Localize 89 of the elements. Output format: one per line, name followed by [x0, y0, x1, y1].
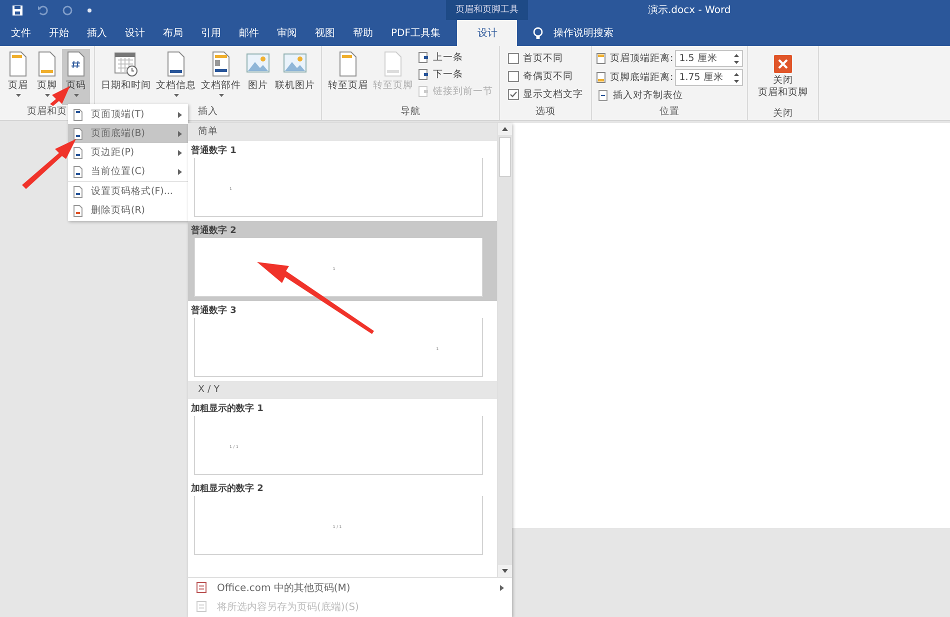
scrollbar-thumb[interactable]	[499, 137, 511, 177]
document-icon	[73, 204, 83, 216]
ribbon-tab[interactable]: PDF工具集	[382, 20, 450, 46]
document-icon	[196, 601, 207, 612]
document-icon	[73, 166, 83, 178]
ribbon-tab[interactable]: 布局	[154, 20, 192, 46]
tell-me-search[interactable]: 操作说明搜索	[553, 26, 614, 40]
checkbox[interactable]: 首页不同	[504, 50, 587, 66]
caret-icon	[218, 94, 224, 97]
tab-stop-icon	[598, 90, 609, 101]
header-icon	[596, 53, 608, 64]
gallery-item-label: 加粗显示的数字 2	[191, 482, 264, 496]
submenu-arrow-icon	[500, 584, 504, 590]
save-icon[interactable]	[12, 4, 23, 16]
ribbon-button[interactable]: 联机图片	[273, 49, 317, 105]
ribbon-tab[interactable]: 设计	[116, 20, 154, 46]
gallery-section-heading: X / Y	[188, 381, 497, 399]
ribbon-button[interactable]: 插入对齐制表位	[596, 88, 744, 103]
menu-item[interactable]: 页面顶端(T)	[68, 105, 188, 124]
gallery-item-label: 普通数字 3	[191, 304, 238, 318]
undo-icon[interactable]	[37, 4, 48, 16]
menu-item[interactable]: 页边距(P)	[68, 143, 188, 162]
ribbon-tab[interactable]: 文件	[2, 20, 40, 46]
gallery-item-label: 普通数字 2	[191, 224, 238, 238]
document-icon	[73, 128, 83, 140]
ribbon-button[interactable]: 下一条	[416, 67, 495, 82]
close-icon	[774, 55, 792, 73]
lightbulb-icon	[533, 26, 544, 40]
ribbon-tab[interactable]: 设计	[457, 20, 518, 46]
ribbon-button[interactable]: 上一条	[416, 50, 495, 65]
ribbon-button[interactable]: 页眉	[4, 49, 32, 105]
close-header-footer-button[interactable]: 关闭 页眉和页脚	[752, 49, 814, 107]
calendar-icon	[114, 51, 138, 77]
submenu-arrow-icon	[178, 150, 182, 156]
document-icon	[73, 146, 83, 158]
ribbon-tab[interactable]: 开始	[40, 20, 78, 46]
checkbox[interactable]: 显示文档文字	[504, 86, 587, 102]
caret-icon	[74, 94, 78, 97]
ribbon-tab[interactable]: 邮件	[230, 20, 268, 46]
spin-arrows-icon[interactable]	[734, 72, 740, 84]
spin-arrows-icon[interactable]	[734, 52, 740, 64]
spinner-label: 页眉顶端距离:	[610, 52, 674, 65]
caret-icon	[16, 94, 20, 97]
caret-icon	[44, 94, 50, 97]
checkmark-icon	[509, 90, 518, 98]
gallery-section-heading: 简单	[188, 123, 497, 141]
document-icon	[418, 69, 429, 80]
menu-item[interactable]: 删除页码(R)	[68, 201, 188, 220]
group-label: 导航	[400, 106, 420, 117]
window-title: 演示.docx - Word	[648, 4, 731, 17]
ribbon-button[interactable]: 日期和时间	[99, 49, 153, 105]
document-icon	[418, 52, 429, 63]
context-tab-title: 页眉和页脚工具	[446, 0, 528, 20]
ribbon-button[interactable]: 文档信息	[154, 49, 198, 105]
submenu-arrow-icon	[178, 130, 182, 136]
caret-icon	[174, 94, 178, 97]
group-label: 关闭	[773, 108, 794, 119]
annotation-arrow	[22, 139, 76, 189]
menu-item[interactable]: 设置页码格式(F)...	[68, 181, 188, 201]
spinner-field[interactable]: 1.75 厘米	[675, 69, 744, 86]
submenu-arrow-icon	[178, 168, 182, 174]
group-label: 页眉和页	[27, 106, 67, 117]
document-icon	[73, 108, 83, 120]
gallery-item-label: 普通数字 1	[191, 144, 238, 158]
footer-icon	[596, 72, 608, 83]
ribbon-tab[interactable]: 审阅	[268, 20, 306, 46]
document-icon	[73, 186, 83, 198]
customize-icon[interactable]	[87, 8, 92, 12]
group-label: 插入	[198, 106, 218, 117]
submenu-arrow-icon	[178, 112, 182, 118]
spinner-label: 页脚底端距离:	[610, 71, 674, 84]
menu-item[interactable]: Office.com 中的其他页码(M)	[188, 578, 512, 597]
ribbon-button[interactable]: 页脚	[33, 49, 61, 105]
ribbon-tab[interactable]: 引用	[192, 20, 230, 46]
spinner-field[interactable]: 1.5 厘米	[675, 50, 744, 67]
group-label: 位置	[660, 106, 680, 117]
ribbon-tab[interactable]: 帮助	[344, 20, 382, 46]
ribbon-tab[interactable]: 插入	[78, 20, 116, 46]
redo-icon[interactable]	[62, 4, 73, 16]
gallery-item-label: 加粗显示的数字 1	[191, 402, 264, 416]
ribbon-button[interactable]: 文档部件	[199, 49, 243, 105]
ribbon-button[interactable]: 转至页眉	[326, 49, 370, 105]
ribbon-button[interactable]: 图片	[244, 49, 272, 105]
ribbon-tab[interactable]: 视图	[306, 20, 344, 46]
document-icon	[418, 86, 429, 97]
group-label: 选项	[536, 106, 556, 117]
menu-item[interactable]: 当前位置(C)	[68, 162, 188, 181]
document-icon	[196, 582, 207, 593]
checkbox[interactable]: 奇偶页不同	[504, 68, 587, 84]
